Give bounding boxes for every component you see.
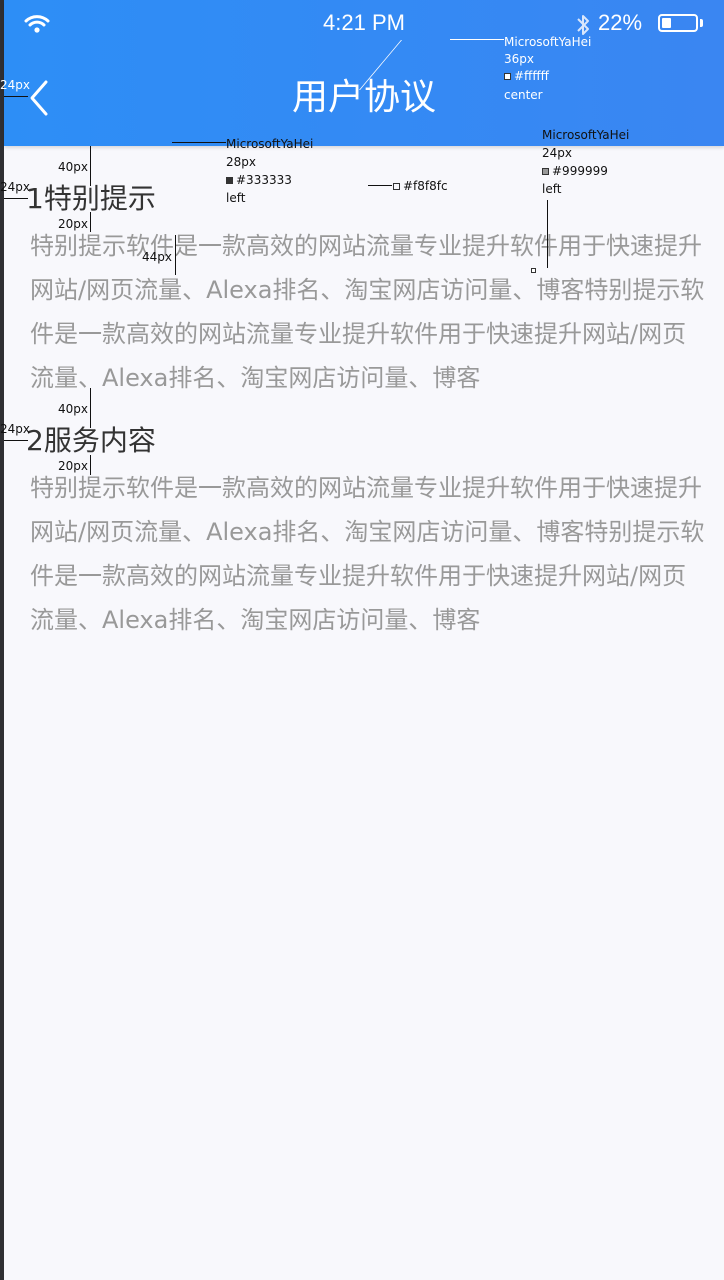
battery-icon [658, 14, 698, 32]
body-size-spec: 24px [542, 146, 572, 160]
title-spec-leader [450, 39, 504, 40]
heading-font-spec: MicrosoftYaHei [226, 137, 314, 151]
body-spec-anchor [531, 268, 536, 273]
gap-label-2: 20px [58, 217, 88, 231]
battery-percent: 22% [598, 10, 643, 35]
lineheight-line [175, 235, 176, 275]
back-margin-line [4, 96, 28, 97]
back-margin-label: 24px [0, 78, 30, 92]
body-font-spec: MicrosoftYaHei [542, 128, 630, 142]
section-2-body: 特别提示软件是一款高效的网站流量专业提升软件用于快速提升网站/网页流量、Alex… [30, 474, 705, 634]
body-spec-leader [547, 200, 548, 268]
bg-color-spec: #f8f8fc [393, 177, 448, 195]
heading-align-spec: left [226, 191, 246, 205]
page-title: 用户协议 [291, 77, 436, 118]
left-margin-label-2: 24px [0, 422, 30, 436]
section-1-title: 1特别提示 [26, 182, 156, 215]
gap-label-3: 40px [58, 402, 88, 416]
heading-size-spec: 28px [226, 155, 256, 169]
body-color-spec: #999999 [542, 162, 608, 180]
nav-header: 4:21 PM 22% 用户协议 24px MicrosoftYaHei 36p… [0, 0, 724, 146]
left-margin-line [4, 198, 28, 199]
section-1-body: 特别提示软件是一款高效的网站流量专业提升软件用于快速提升网站/网页流量、Alex… [30, 232, 705, 392]
gap-label-4: 20px [58, 459, 88, 473]
heading-color-spec: #333333 [226, 171, 292, 189]
gap-label-1: 40px [58, 160, 88, 174]
body-align-spec: left [542, 182, 562, 196]
left-margin-label: 24px [0, 180, 30, 194]
title-font-spec: MicrosoftYaHei [504, 35, 592, 49]
title-color-spec: #ffffff [504, 67, 549, 85]
gap-line-2 [90, 212, 91, 232]
bg-color-leader [368, 185, 392, 186]
battery-tip [700, 19, 703, 27]
title-size-spec: 36px [504, 52, 534, 66]
title-align-spec: center [504, 88, 543, 102]
gap-line-1 [90, 146, 91, 186]
left-margin-line-2 [4, 440, 28, 441]
status-bar: 4:21 PM 22% [4, 0, 724, 50]
section-2-title: 2服务内容 [26, 424, 156, 457]
gap-line-3 [90, 388, 91, 428]
lineheight-label: 44px [142, 250, 172, 264]
gap-line-4 [90, 455, 91, 475]
heading-spec-leader [172, 142, 226, 143]
